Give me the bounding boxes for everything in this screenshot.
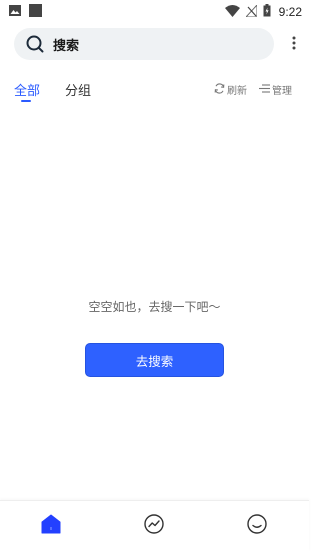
wifi-icon [224, 4, 240, 20]
battery-icon [263, 4, 271, 20]
search-bar[interactable]: 搜索 [14, 28, 274, 60]
smile-icon [247, 514, 267, 538]
refresh-label: 刷新 [227, 86, 247, 97]
more-menu-button[interactable] [288, 34, 300, 54]
manage-label: 管理 [272, 86, 292, 97]
bottom-nav [0, 500, 309, 551]
empty-state-message: 空空如也，去搜一下吧～ [88, 300, 221, 314]
more-vertical-icon [292, 35, 296, 54]
manage-button[interactable]: 管理 [259, 82, 292, 97]
search-label: 搜索 [53, 38, 80, 54]
tab-all[interactable]: 全部 [14, 80, 41, 102]
tab-group-label: 分组 [65, 84, 92, 99]
square-notification-icon [29, 4, 42, 20]
list-actions: 刷新 管理 [214, 82, 292, 97]
tab-active-indicator [21, 100, 31, 102]
status-bar: 9:22 [0, 0, 309, 24]
tabs-row: 全部 分组 刷新 管理 [14, 80, 292, 104]
manage-icon [259, 83, 270, 96]
tab-all-label: 全部 [14, 84, 41, 99]
trend-icon [144, 514, 164, 538]
search-icon [26, 35, 44, 53]
go-search-button[interactable]: 去搜索 [85, 343, 224, 377]
status-right: 9:22 [224, 3, 302, 20]
tab-group[interactable]: 分组 [65, 80, 91, 99]
status-left [9, 4, 42, 20]
status-time: 9:22 [278, 5, 302, 19]
nav-me[interactable] [246, 514, 268, 538]
refresh-icon [214, 82, 225, 97]
no-signal-icon [244, 3, 258, 20]
refresh-button[interactable]: 刷新 [214, 82, 247, 97]
nav-trend[interactable] [143, 514, 165, 538]
image-notification-icon [9, 5, 21, 19]
search-row: 搜索 [14, 28, 300, 60]
home-icon [41, 514, 61, 538]
nav-home[interactable] [40, 514, 62, 538]
